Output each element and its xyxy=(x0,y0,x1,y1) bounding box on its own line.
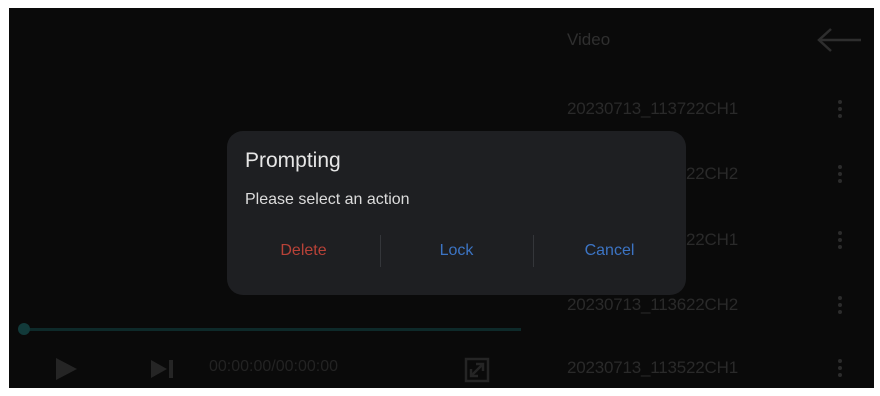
more-vertical-icon[interactable] xyxy=(835,228,845,254)
fullscreen-icon[interactable] xyxy=(464,357,490,383)
dialog-actions: Delete Lock Cancel xyxy=(227,229,686,273)
skip-next-icon[interactable] xyxy=(149,357,175,381)
progress-bar[interactable] xyxy=(23,328,521,331)
play-icon[interactable] xyxy=(53,356,79,382)
playback-time: 00:00:00/00:00:00 xyxy=(209,358,339,375)
app-screen: Video 20230713_113722CH1 20230713_113722… xyxy=(9,8,874,388)
video-name: 20230713_113522CH1 xyxy=(567,358,738,377)
progress-handle[interactable] xyxy=(18,323,30,335)
arrow-left-icon[interactable] xyxy=(815,26,863,54)
video-name: 20230713_113622CH2 xyxy=(567,295,738,314)
list-item[interactable]: 20230713_113722CH1 xyxy=(567,95,867,125)
video-name: 20230713_113722CH1 xyxy=(567,99,738,118)
delete-button[interactable]: Delete xyxy=(227,229,380,273)
dialog-message: Please select an action xyxy=(245,191,410,208)
list-item[interactable]: 20230713_113622CH2 xyxy=(567,291,867,321)
list-item[interactable]: 20230713_113522CH1 xyxy=(567,354,867,384)
more-vertical-icon[interactable] xyxy=(835,162,845,188)
more-vertical-icon[interactable] xyxy=(835,293,845,319)
lock-button[interactable]: Lock xyxy=(380,229,533,273)
more-vertical-icon[interactable] xyxy=(835,356,845,382)
dialog-title: Prompting xyxy=(245,149,341,172)
list-title: Video xyxy=(567,30,611,49)
more-vertical-icon[interactable] xyxy=(835,97,845,123)
cancel-button[interactable]: Cancel xyxy=(533,229,686,273)
action-dialog: Prompting Please select an action Delete… xyxy=(227,131,686,295)
